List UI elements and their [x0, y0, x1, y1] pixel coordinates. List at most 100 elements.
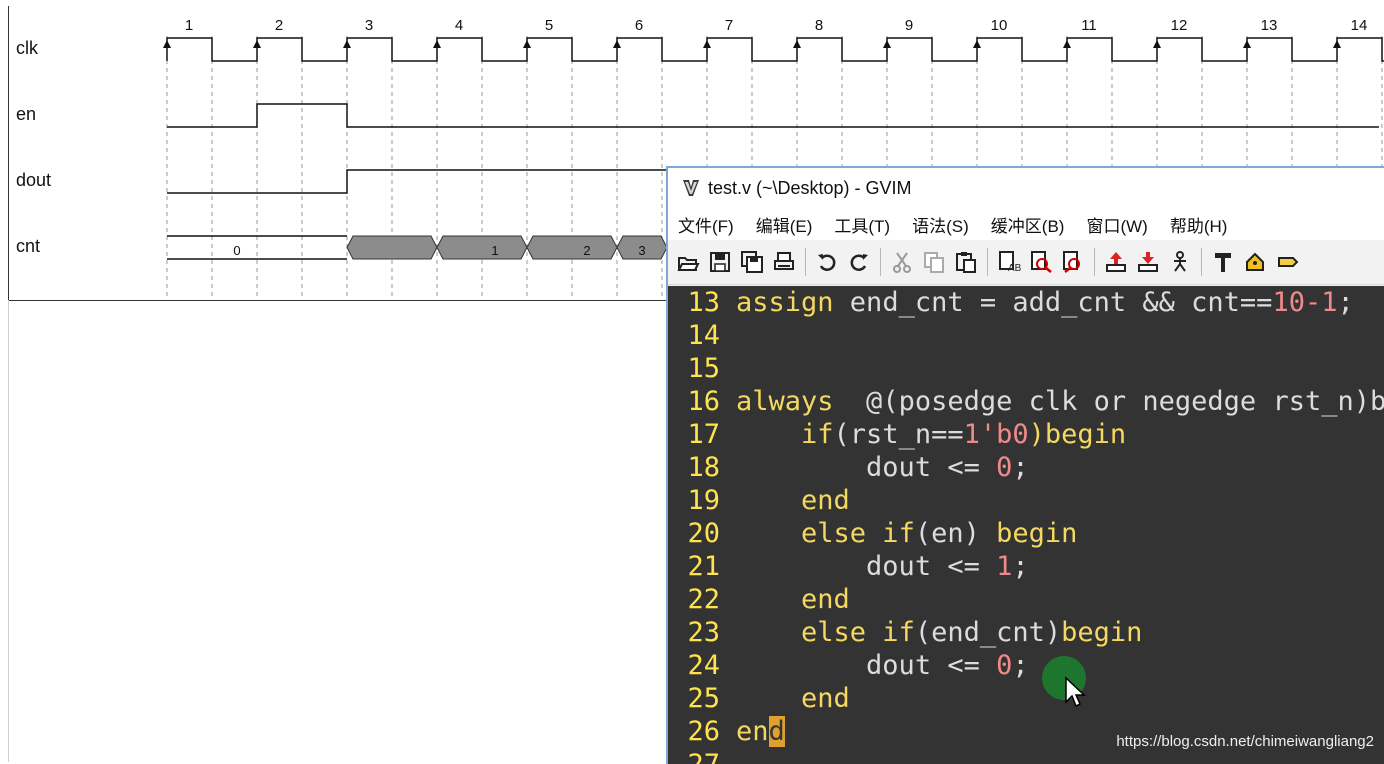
cycle-number: 6	[635, 17, 643, 34]
code-line[interactable]: 25 end	[668, 682, 1384, 715]
code-line[interactable]: 15	[668, 352, 1384, 385]
run-script-icon[interactable]	[1166, 247, 1194, 277]
cnt-value-label: 3	[638, 243, 645, 258]
code-text: end_cnt = add_cnt && cnt==	[833, 287, 1273, 318]
signal-name-clk[interactable]: clk	[16, 38, 38, 59]
menu-file[interactable]: 文件(F)	[678, 212, 734, 237]
signal-name-cnt[interactable]: cnt	[16, 236, 40, 257]
menu-tools[interactable]: 工具(T)	[834, 212, 890, 237]
code-tail: ;	[1012, 650, 1029, 681]
cycle-number: 1	[185, 17, 193, 34]
print-icon[interactable]	[770, 247, 798, 277]
code-text: (rst_n==	[833, 419, 964, 450]
cycle-number: 5	[545, 17, 553, 34]
line-number: 17	[687, 419, 720, 450]
code-literal: 0	[996, 452, 1013, 483]
menu-window[interactable]: 窗口(W)	[1086, 212, 1147, 237]
code-line[interactable]: 24 dout <= 0;	[668, 649, 1384, 682]
en-waveform	[167, 103, 1379, 128]
gvim-icon	[683, 180, 699, 196]
code-text: (en)	[914, 518, 997, 549]
line-number: 13	[687, 287, 720, 318]
code-keyword: end	[801, 485, 850, 516]
code-keyword: always	[736, 386, 834, 417]
load-session-icon[interactable]	[1102, 247, 1130, 277]
code-line[interactable]: 23 else if(end_cnt)begin	[668, 616, 1384, 649]
code-text: @(posedge clk or negedge rst_n)	[833, 386, 1370, 417]
menu-edit[interactable]: 编辑(E)	[756, 212, 813, 237]
menu-syntax[interactable]: 语法(S)	[912, 212, 969, 237]
code-tail: )begin	[1028, 419, 1127, 450]
menu-help[interactable]: 帮助(H)	[1170, 212, 1228, 237]
code-keyword: else if	[801, 617, 915, 648]
svg-text:AB: AB	[1008, 263, 1021, 274]
rising-edge-arrow	[883, 40, 891, 48]
find-replace-icon[interactable]: AB	[995, 247, 1023, 277]
menu-buffers[interactable]: 缓冲区(B)	[991, 212, 1065, 237]
code-line[interactable]: 22 end	[668, 583, 1384, 616]
undo-icon[interactable]	[813, 247, 841, 277]
toolbar-separator	[987, 248, 988, 276]
cnt-bus-segment	[526, 235, 618, 260]
code-literal: 10-1	[1272, 287, 1338, 318]
code-line[interactable]: 13 assign end_cnt = add_cnt && cnt==10-1;	[668, 286, 1384, 319]
toolbar: AB	[668, 240, 1384, 285]
cycle-number: 10	[991, 17, 1008, 34]
save-session-icon[interactable]	[1134, 247, 1162, 277]
build-tags-icon[interactable]	[1241, 247, 1269, 277]
line-number: 15	[687, 353, 720, 384]
cycle-number: 3	[365, 17, 373, 34]
copy-icon[interactable]	[920, 247, 948, 277]
redo-icon[interactable]	[845, 247, 873, 277]
gvim-window[interactable]: test.v (~\Desktop) - GVIM 文件(F) 编辑(E) 工具…	[666, 166, 1384, 764]
code-literal: 0	[996, 650, 1013, 681]
code-text: dout <=	[866, 452, 997, 483]
find-prev-icon[interactable]	[1059, 247, 1087, 277]
code-line[interactable]: 20 else if(en) begin	[668, 517, 1384, 550]
open-icon[interactable]	[674, 247, 702, 277]
cut-icon[interactable]	[888, 247, 916, 277]
cnt-bus-segment	[346, 235, 438, 260]
code-keyword: end	[801, 683, 850, 714]
code-literal: 1'b0	[963, 419, 1029, 450]
toolbar-separator	[880, 248, 881, 276]
code-line[interactable]: 16 always @(posedge clk or negedge rst_n)…	[668, 385, 1384, 418]
code-keyword: en	[736, 716, 769, 747]
mouse-pointer-icon	[1065, 676, 1086, 708]
cycle-number: 14	[1351, 17, 1368, 34]
help-icon[interactable]	[1273, 247, 1301, 277]
rising-edge-arrow	[793, 40, 801, 48]
find-next-icon[interactable]	[1027, 247, 1055, 277]
cycle-number: 8	[815, 17, 823, 34]
cnt-value-label: 1	[491, 243, 498, 258]
menu-bar: 文件(F) 编辑(E) 工具(T) 语法(S) 缓冲区(B) 窗口(W) 帮助(…	[668, 208, 1384, 240]
code-line[interactable]: 17 if(rst_n==1'b0)begin	[668, 418, 1384, 451]
code-keyword: assign	[736, 287, 834, 318]
paste-icon[interactable]	[952, 247, 980, 277]
code-tail: ;	[1012, 452, 1029, 483]
make-icon[interactable]	[1209, 247, 1237, 277]
code-line[interactable]: 21 dout <= 1;	[668, 550, 1384, 583]
code-line[interactable]: 14	[668, 319, 1384, 352]
background-window-edge	[0, 300, 9, 762]
save-icon[interactable]	[706, 247, 734, 277]
cycle-number: 7	[725, 17, 733, 34]
code-line[interactable]: 19 end	[668, 484, 1384, 517]
toolbar-separator	[805, 248, 806, 276]
signal-name-en[interactable]: en	[16, 104, 36, 125]
title-bar[interactable]: test.v (~\Desktop) - GVIM	[668, 168, 1384, 208]
window-title: test.v (~\Desktop) - GVIM	[708, 177, 912, 198]
signal-name-dout[interactable]: dout	[16, 170, 51, 191]
code-line[interactable]: 18 dout <= 0;	[668, 451, 1384, 484]
rising-edge-arrow	[1153, 40, 1161, 48]
code-editor[interactable]: 13 assign end_cnt = add_cnt && cnt==10-1;…	[668, 286, 1384, 764]
save-all-icon[interactable]	[738, 247, 766, 277]
code-tail: begin	[996, 518, 1078, 549]
